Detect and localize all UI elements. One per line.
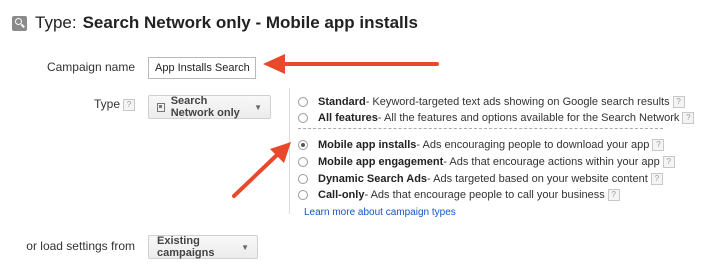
arrow-to-campaign-name (263, 54, 439, 74)
arrow-to-mobile-app-installs (232, 142, 291, 198)
annotation-arrows (232, 54, 439, 198)
